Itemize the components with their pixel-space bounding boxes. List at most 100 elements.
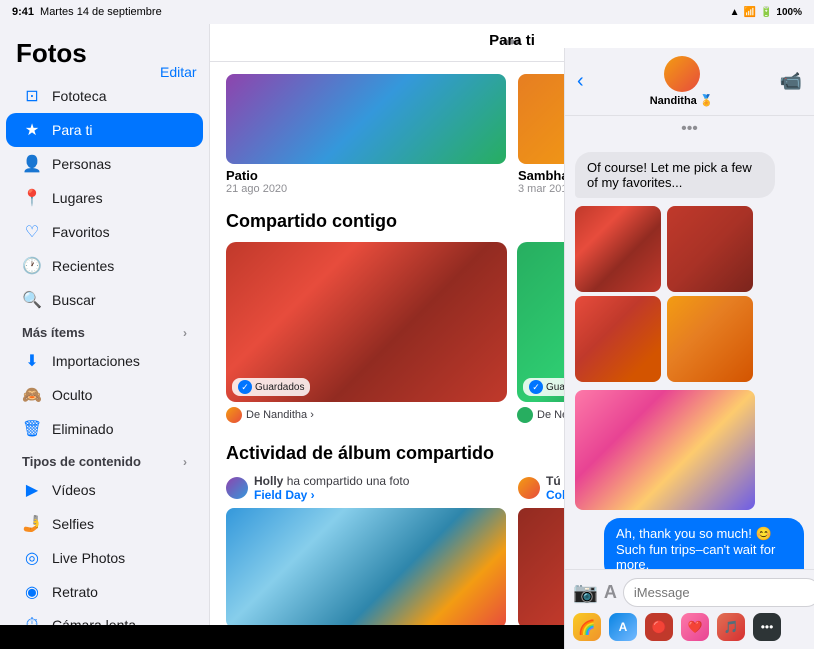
video-call-button[interactable]: 📹 (780, 71, 802, 92)
holly-photo[interactable] (226, 508, 506, 625)
eye-slash-icon: 🙈 (22, 385, 42, 405)
check-icon-2: ✓ (529, 380, 543, 394)
sidebar-label-selfies: Selfies (52, 516, 94, 532)
msg-app-red[interactable]: 🔴 (645, 613, 673, 641)
messages-header: ‹ Nanditha 🏅 📹 (565, 48, 814, 116)
sidebar-label-retrato: Retrato (52, 584, 98, 600)
holly-name: Holly (254, 474, 283, 488)
sidebar-item-biblioteca[interactable]: ⊡ Fototeca (6, 79, 203, 113)
holly-album[interactable]: Field Day › (254, 488, 315, 502)
sidebar-item-camara-lenta[interactable]: ⏱ Cámara lenta (6, 609, 203, 625)
camera-input-icon[interactable]: 📷 (573, 580, 598, 605)
msg-photo-3[interactable] (575, 296, 661, 382)
sidebar-item-importaciones[interactable]: ⬇ Importaciones (6, 344, 203, 378)
status-bar-right: ▲ 📶 🔋 100% (730, 7, 802, 18)
portrait-icon: ◉ (22, 582, 42, 602)
activity-user-holly: Holly ha compartido una foto Field Day › (226, 474, 506, 625)
msg-shared-photos (575, 206, 755, 382)
message-input[interactable] (623, 578, 814, 607)
msg-app-photos[interactable]: 🌈 (573, 613, 601, 641)
tipos-contenido-header[interactable]: Tipos de contenido › (6, 446, 203, 473)
wifi-icon: 📶 (744, 7, 756, 18)
battery-icon: 🔋 (760, 7, 772, 18)
msg-photo-1[interactable] (575, 206, 661, 292)
msg-app-heart[interactable]: ❤️ (681, 613, 709, 641)
contact-name: Nanditha 🏅 (650, 94, 714, 107)
sidebar-item-personas[interactable]: 👤 Personas (6, 147, 203, 181)
mas-items-chevron: › (183, 326, 187, 340)
star-icon: ★ (22, 120, 42, 140)
sidebar-label-recientes: Recientes (52, 258, 114, 274)
sidebar-item-para-ti[interactable]: ★ Para ti (6, 113, 203, 147)
sidebar-item-oculto[interactable]: 🙈 Oculto (6, 378, 203, 412)
msg-tram-photo[interactable] (575, 390, 755, 510)
sidebar-label-buscar: Buscar (52, 292, 96, 308)
photos-app-icon: 🌈 (578, 619, 595, 636)
shared-item-peppers[interactable]: ✓ Guardados De Nanditha › (226, 242, 507, 423)
sidebar-label-live: Live Photos (52, 550, 125, 566)
sidebar-label-personas: Personas (52, 156, 111, 172)
sidebar-item-selfies[interactable]: 🤳 Selfies (6, 507, 203, 541)
music-icon: 🎵 (724, 620, 739, 634)
messages-input-area: 📷 A 🔊 🌈 A 🔴 ❤️ 🎵 (565, 569, 814, 649)
red-icon: 🔴 (652, 620, 667, 634)
photo-icon: ⊡ (22, 86, 42, 106)
patio-image (226, 74, 506, 164)
messages-dots: ••• (565, 116, 814, 142)
sidebar-item-videos[interactable]: ▶ Vídeos (6, 473, 203, 507)
peppers-sender: De Nanditha › (226, 407, 507, 423)
sidebar-label-para-ti: Para ti (52, 122, 92, 138)
msg-photo-2[interactable] (667, 206, 753, 292)
sidebar-item-retrato[interactable]: ◉ Retrato (6, 575, 203, 609)
sender-avatar (226, 407, 242, 423)
main-container: Fotos Editar ⊡ Fototeca ★ Para ti 👤 Pers… (0, 24, 814, 625)
sidebar-label-videos: Vídeos (52, 482, 96, 498)
msg-app-music[interactable]: 🎵 (717, 613, 745, 641)
sidebar-item-recientes[interactable]: 🕐 Recientes (6, 249, 203, 283)
peppers-badge: ✓ Guardados (232, 378, 310, 396)
top-photo-patio[interactable]: Patio 21 ago 2020 (226, 74, 506, 195)
selfie-icon: 🤳 (22, 514, 42, 534)
heart-icon: ♡ (22, 222, 42, 242)
msg-tram-photo-container (575, 390, 755, 510)
sidebar: Fotos Editar ⊡ Fototeca ★ Para ti 👤 Pers… (0, 24, 210, 625)
sidebar-item-eliminado[interactable]: 🗑 Eliminado (6, 412, 203, 446)
signal-icon: ▲ (730, 7, 740, 18)
more-icon: ••• (761, 620, 774, 634)
msg-app-store[interactable]: A (609, 613, 637, 641)
msg-apps-row: 🌈 A 🔴 ❤️ 🎵 ••• (573, 613, 806, 641)
contact-info: Nanditha 🏅 (650, 56, 714, 107)
patio-date: 21 ago 2020 (226, 183, 506, 195)
sidebar-item-live-photos[interactable]: ◎ Live Photos (6, 541, 203, 575)
search-icon: 🔍 (22, 290, 42, 310)
status-bar-left: 9:41 Martes 14 de septiembre (12, 6, 162, 18)
tu-avatar (518, 477, 540, 499)
sender-avatar-neil (517, 407, 533, 423)
patio-label: Patio (226, 168, 506, 183)
clock-icon: 🕐 (22, 256, 42, 276)
apps-input-icon[interactable]: A (604, 582, 617, 603)
video-icon: ▶ (22, 480, 42, 500)
sidebar-label-favoritos: Favoritos (52, 224, 110, 240)
sidebar-label-importaciones: Importaciones (52, 353, 140, 369)
person-icon: 👤 (22, 154, 42, 174)
map-icon: 📍 (22, 188, 42, 208)
msg-input-row: 📷 A 🔊 (573, 578, 806, 607)
sidebar-item-favoritos[interactable]: ♡ Favoritos (6, 215, 203, 249)
check-icon: ✓ (238, 380, 252, 394)
msg-photo-4[interactable] (667, 296, 753, 382)
msg-photo-grid (575, 206, 755, 382)
sidebar-item-lugares[interactable]: 📍 Lugares (6, 181, 203, 215)
msg-app-more[interactable]: ••• (753, 613, 781, 641)
mas-items-section-header[interactable]: Más ítems › (6, 317, 203, 344)
back-button[interactable]: ‹ (577, 70, 584, 93)
tipos-chevron: › (183, 455, 187, 469)
sidebar-item-buscar[interactable]: 🔍 Buscar (6, 283, 203, 317)
tipos-contenido-label: Tipos de contenido (22, 454, 141, 469)
live-icon: ◎ (22, 548, 42, 568)
import-icon: ⬇ (22, 351, 42, 371)
contact-avatar (664, 56, 700, 92)
status-bar: 9:41 Martes 14 de septiembre ▲ 📶 🔋 100% (0, 0, 814, 24)
edit-button[interactable]: Editar (160, 64, 197, 80)
main-header-title: Para ti (489, 32, 535, 49)
